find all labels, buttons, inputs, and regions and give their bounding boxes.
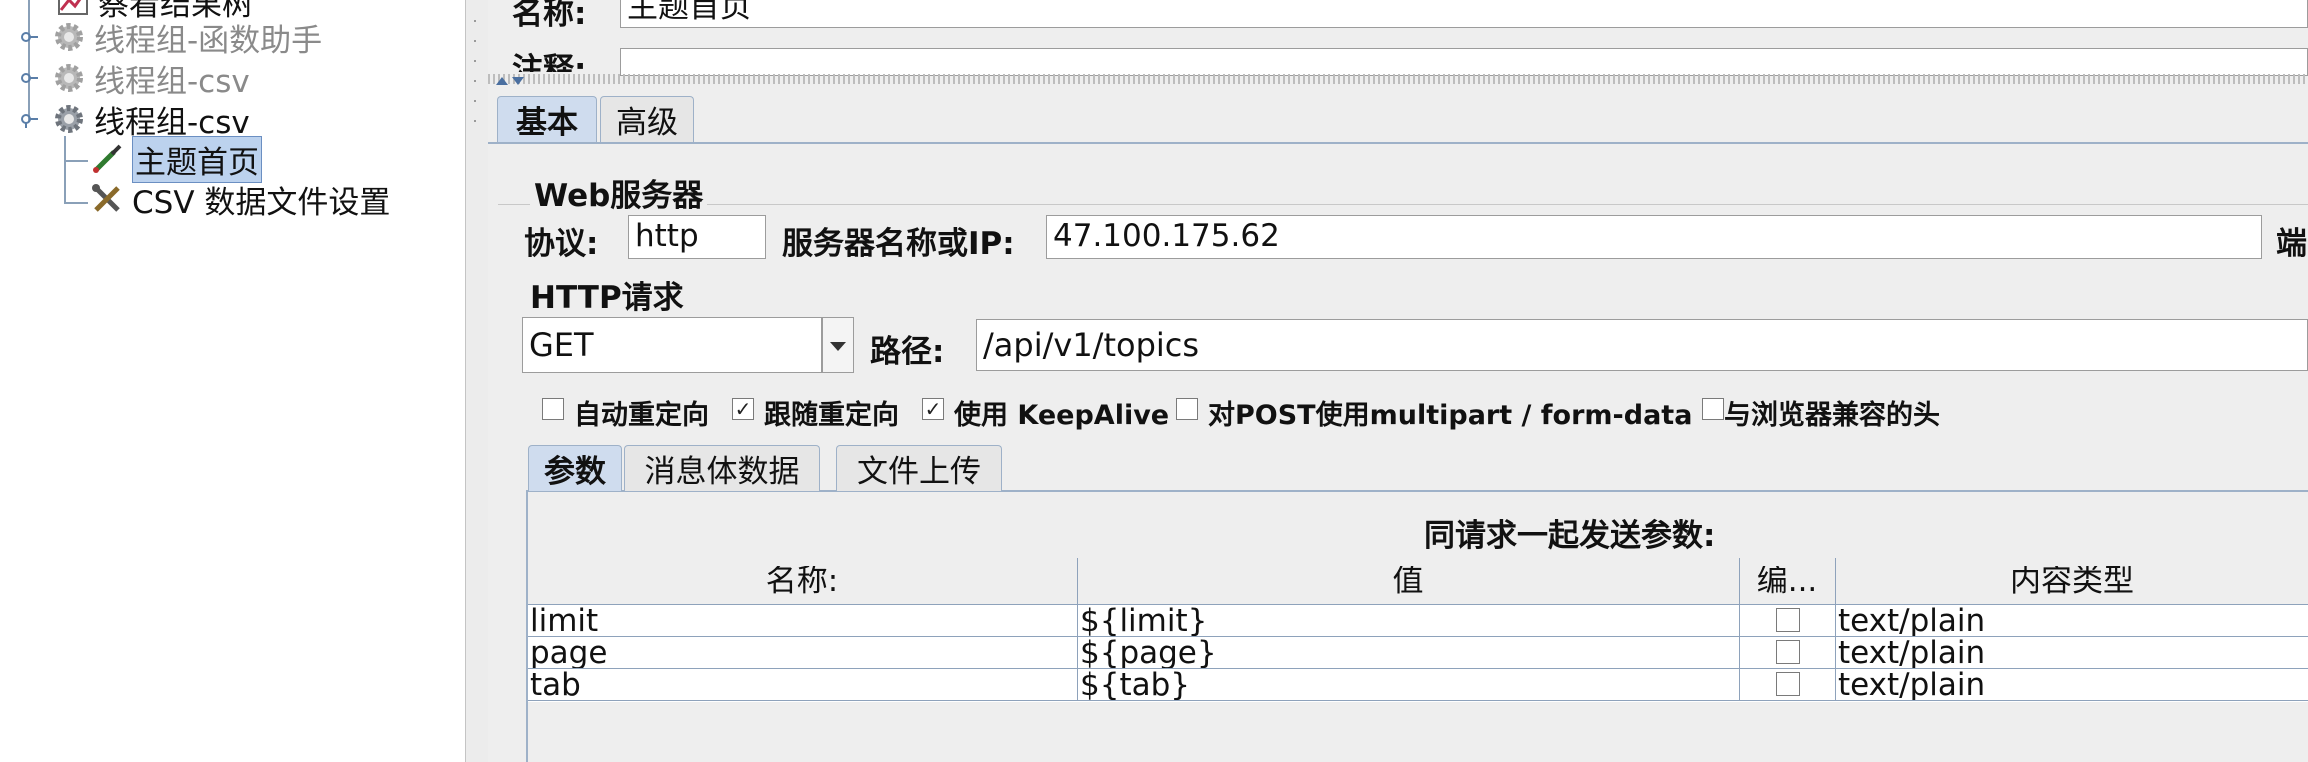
tree-connector [28, 0, 30, 122]
grid-line [1835, 558, 1836, 700]
tab-file-upload[interactable]: 文件上传 [836, 445, 1002, 491]
method-select-value: GET [529, 326, 594, 364]
collapse-arrows-icon[interactable] [496, 72, 526, 91]
tree-item-csv-data-set-config[interactable]: CSV 数据文件设置 [90, 180, 390, 221]
follow-redirect-checkbox[interactable]: ✓ [732, 398, 754, 420]
grid-line [528, 636, 2308, 637]
tab-strip-border [488, 142, 2308, 144]
tab-basic[interactable]: 基本 [497, 96, 597, 142]
server-label: 服务器名称或IP: [782, 226, 1015, 262]
tree-item-label: 线程组-函数助手 [94, 22, 323, 59]
browser-compatible-headers-checkbox[interactable] [1702, 398, 1724, 420]
browser-compatible-headers-label: 与浏览器兼容的头 [1724, 400, 1940, 431]
name-input[interactable]: 主题首页 [620, 0, 2308, 28]
auto-redirect-label: 自动重定向 [574, 400, 709, 431]
multipart-checkbox[interactable] [1176, 398, 1198, 420]
param-value-cell[interactable]: ${tab} [1080, 670, 1736, 700]
divider-grip[interactable] [488, 74, 2308, 84]
gear-icon [52, 20, 86, 54]
tree-connector [64, 202, 88, 204]
tools-icon [90, 182, 124, 216]
param-encode-checkbox[interactable] [1776, 640, 1800, 664]
param-content-type-cell[interactable]: text/plain [1838, 638, 2306, 668]
follow-redirect-label: 跟随重定向 [764, 400, 899, 431]
tree-item-label: 线程组-csv [94, 63, 250, 100]
splitter-grip [474, 60, 476, 62]
test-plan-tree[interactable]: 察看结果树 线程组-函数助手 线程组-csv 线程组-csv 主题首页 CSV … [0, 0, 465, 762]
param-encode-checkbox[interactable] [1776, 672, 1800, 696]
comment-label: 注释: [512, 52, 587, 72]
splitter-grip [474, 80, 476, 82]
tree-item-thread-group-function-helper[interactable]: 线程组-函数助手 [52, 18, 322, 59]
path-label: 路径: [870, 334, 945, 370]
column-header-name[interactable]: 名称: [528, 566, 1076, 596]
http-request-title: HTTP请求 [530, 280, 684, 316]
param-content-type-cell[interactable]: text/plain [1838, 670, 2306, 700]
collapse-toggle-icon[interactable] [20, 110, 38, 128]
gear-icon [52, 61, 86, 95]
pipette-icon [90, 142, 124, 176]
gear-icon [52, 102, 86, 136]
tree-connector [64, 160, 88, 162]
tab-body-data[interactable]: 消息体数据 [624, 445, 820, 491]
param-name-cell[interactable]: limit [530, 606, 1074, 636]
comment-input[interactable] [620, 48, 2308, 76]
tree-item-thread-group-csv[interactable]: 线程组-csv [52, 100, 250, 141]
keepalive-checkbox[interactable]: ✓ [922, 398, 944, 420]
splitter-grip [474, 120, 476, 122]
tree-item-thread-group-csv-disabled[interactable]: 线程组-csv [52, 59, 250, 100]
expand-toggle-icon[interactable] [20, 69, 38, 87]
params-caption: 同请求一起发送参数: [1424, 518, 1716, 554]
param-name-cell[interactable]: tab [530, 670, 1074, 700]
web-server-title: Web服务器 [530, 170, 708, 215]
tree-item-topic-home[interactable]: 主题首页 [90, 135, 262, 183]
grid-line [1739, 558, 1740, 700]
name-label: 名称: [512, 0, 587, 32]
method-select[interactable]: GET [522, 317, 822, 373]
tab-advanced[interactable]: 高级 [600, 96, 694, 142]
column-header-value[interactable]: 值 [1078, 566, 1738, 596]
param-name-cell[interactable]: page [530, 638, 1074, 668]
column-header-content-type[interactable]: 内容类型 [1836, 566, 2308, 596]
multipart-label: 对POST使用multipart / form-data [1208, 400, 1693, 431]
expand-toggle-icon[interactable] [20, 28, 38, 46]
pane-splitter[interactable] [465, 0, 489, 762]
column-header-encode[interactable]: 编... [1740, 566, 1834, 596]
chart-icon [56, 0, 90, 18]
param-value-cell[interactable]: ${page} [1080, 638, 1736, 668]
protocol-input[interactable]: http [628, 215, 766, 259]
chevron-down-icon [830, 342, 846, 351]
tab-parameters[interactable]: 参数 [528, 445, 622, 491]
splitter-grip [474, 100, 476, 102]
section-border [498, 204, 2308, 205]
grid-line [528, 700, 2308, 701]
keepalive-label: 使用 KeepAlive [954, 400, 1170, 431]
grid-line [528, 668, 2308, 669]
splitter-grip [474, 40, 476, 42]
grid-line [1077, 558, 1078, 700]
tree-connector [64, 136, 66, 204]
tree-item-label: CSV 数据文件设置 [132, 184, 391, 221]
server-input[interactable]: 47.100.175.62 [1046, 215, 2262, 259]
splitter-grip [474, 20, 476, 22]
port-label: 端 [2276, 226, 2307, 262]
grid-line [528, 604, 2308, 605]
auto-redirect-checkbox[interactable] [542, 398, 564, 420]
path-input[interactable]: /api/v1/topics [976, 319, 2308, 371]
protocol-label: 协议: [524, 226, 599, 262]
tree-item-label: 主题首页 [132, 135, 262, 183]
method-dropdown-button[interactable] [822, 317, 854, 373]
param-value-cell[interactable]: ${limit} [1080, 606, 1736, 636]
http-sampler-panel: 名称: 主题首页 注释: 基本 高级 Web服务器 协议: http 服务器名称… [488, 0, 2308, 762]
param-encode-checkbox[interactable] [1776, 608, 1800, 632]
param-content-type-cell[interactable]: text/plain [1838, 606, 2306, 636]
